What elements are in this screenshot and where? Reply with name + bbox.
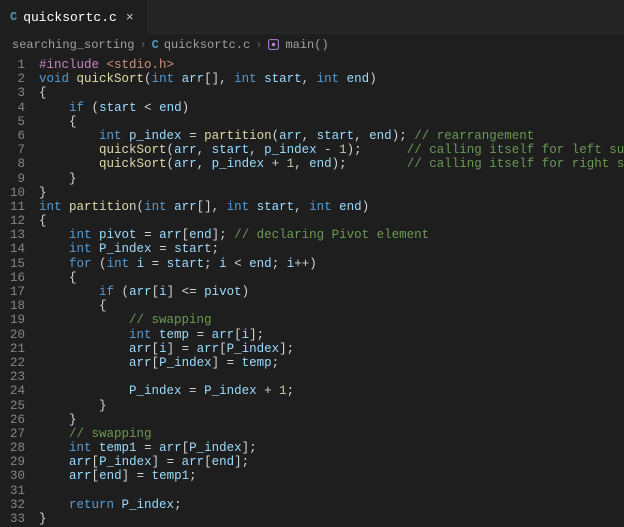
- line-number: 20: [10, 328, 25, 342]
- line-number: 23: [10, 370, 25, 384]
- code-line[interactable]: int pivot = arr[end]; // declaring Pivot…: [39, 228, 624, 242]
- line-number: 10: [10, 186, 25, 200]
- code-line[interactable]: int p_index = partition(arr, start, end)…: [39, 129, 624, 143]
- code-line[interactable]: {: [39, 86, 624, 100]
- line-number: 18: [10, 299, 25, 313]
- line-number: 29: [10, 455, 25, 469]
- code-line[interactable]: arr[end] = temp1;: [39, 469, 624, 483]
- code-line[interactable]: for (int i = start; i < end; i++): [39, 257, 624, 271]
- code-line[interactable]: }: [39, 512, 624, 526]
- code-line[interactable]: int partition(int arr[], int start, int …: [39, 200, 624, 214]
- code-line[interactable]: [39, 370, 624, 384]
- chevron-right-icon: ›: [255, 38, 262, 52]
- tab-quicksortc[interactable]: C quicksortc.c ×: [0, 0, 148, 34]
- line-number: 28: [10, 441, 25, 455]
- line-number: 22: [10, 356, 25, 370]
- code-line[interactable]: int temp1 = arr[P_index];: [39, 441, 624, 455]
- line-number: 9: [10, 172, 25, 186]
- line-number: 24: [10, 384, 25, 398]
- line-number: 15: [10, 257, 25, 271]
- line-number: 3: [10, 86, 25, 100]
- code-line[interactable]: if (start < end): [39, 101, 624, 115]
- line-number-gutter: 1234567891011121314151617181920212223242…: [0, 58, 39, 526]
- close-icon[interactable]: ×: [123, 10, 137, 25]
- c-file-icon: C: [10, 10, 17, 24]
- line-number: 13: [10, 228, 25, 242]
- line-number: 21: [10, 342, 25, 356]
- tab-bar: C quicksortc.c ×: [0, 0, 624, 34]
- code-line[interactable]: {: [39, 271, 624, 285]
- code-line[interactable]: quickSort(arr, start, p_index - 1); // c…: [39, 143, 624, 157]
- function-icon: [267, 38, 280, 52]
- code-line[interactable]: {: [39, 299, 624, 313]
- line-number: 19: [10, 313, 25, 327]
- line-number: 30: [10, 469, 25, 483]
- code-line[interactable]: }: [39, 172, 624, 186]
- line-number: 14: [10, 242, 25, 256]
- code-line[interactable]: arr[P_index] = temp;: [39, 356, 624, 370]
- line-number: 27: [10, 427, 25, 441]
- code-line[interactable]: void quickSort(int arr[], int start, int…: [39, 72, 624, 86]
- breadcrumb: searching_sorting › C quicksortc.c › mai…: [0, 34, 624, 56]
- code-line[interactable]: [39, 484, 624, 498]
- line-number: 12: [10, 214, 25, 228]
- code-line[interactable]: // swapping: [39, 427, 624, 441]
- line-number: 33: [10, 512, 25, 526]
- line-number: 7: [10, 143, 25, 157]
- line-number: 5: [10, 115, 25, 129]
- line-number: 1: [10, 58, 25, 72]
- code-line[interactable]: arr[i] = arr[P_index];: [39, 342, 624, 356]
- code-line[interactable]: {: [39, 214, 624, 228]
- code-line[interactable]: P_index = P_index + 1;: [39, 384, 624, 398]
- line-number: 8: [10, 157, 25, 171]
- line-number: 2: [10, 72, 25, 86]
- line-number: 31: [10, 484, 25, 498]
- code-editor[interactable]: 1234567891011121314151617181920212223242…: [0, 56, 624, 526]
- line-number: 17: [10, 285, 25, 299]
- code-line[interactable]: {: [39, 115, 624, 129]
- line-number: 16: [10, 271, 25, 285]
- code-line[interactable]: }: [39, 413, 624, 427]
- line-number: 6: [10, 129, 25, 143]
- breadcrumb-file[interactable]: quicksortc.c: [164, 38, 250, 52]
- code-line[interactable]: // swapping: [39, 313, 624, 327]
- code-line[interactable]: int P_index = start;: [39, 242, 624, 256]
- line-number: 26: [10, 413, 25, 427]
- c-file-icon: C: [152, 38, 159, 52]
- chevron-right-icon: ›: [139, 38, 146, 52]
- line-number: 25: [10, 399, 25, 413]
- code-line[interactable]: if (arr[i] <= pivot): [39, 285, 624, 299]
- code-line[interactable]: return P_index;: [39, 498, 624, 512]
- line-number: 4: [10, 101, 25, 115]
- code-line[interactable]: #include <stdio.h>: [39, 58, 624, 72]
- code-line[interactable]: int temp = arr[i];: [39, 328, 624, 342]
- line-number: 32: [10, 498, 25, 512]
- breadcrumb-symbol[interactable]: main(): [285, 38, 328, 52]
- tab-filename: quicksortc.c: [23, 10, 117, 25]
- code-line[interactable]: arr[P_index] = arr[end];: [39, 455, 624, 469]
- code-content[interactable]: #include <stdio.h>void quickSort(int arr…: [39, 58, 624, 526]
- code-line[interactable]: quickSort(arr, p_index + 1, end); // cal…: [39, 157, 624, 171]
- breadcrumb-folder[interactable]: searching_sorting: [12, 38, 134, 52]
- line-number: 11: [10, 200, 25, 214]
- code-line[interactable]: }: [39, 186, 624, 200]
- code-line[interactable]: }: [39, 399, 624, 413]
